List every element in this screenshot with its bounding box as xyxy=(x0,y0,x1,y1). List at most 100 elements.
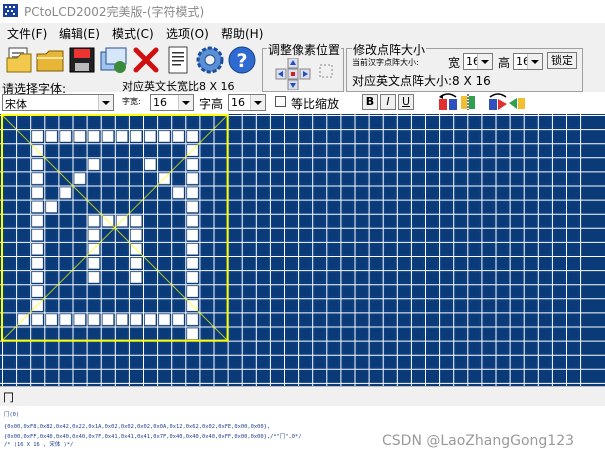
pixel-off[interactable] xyxy=(229,187,241,199)
pixel-on[interactable] xyxy=(144,314,156,326)
pixel-off[interactable] xyxy=(271,130,283,142)
pixel-off[interactable] xyxy=(469,116,481,128)
pixel-off[interactable] xyxy=(356,144,368,156)
pixel-off[interactable] xyxy=(426,229,438,241)
pixel-off[interactable] xyxy=(144,243,156,255)
pixel-off[interactable] xyxy=(215,243,227,255)
pixel-off[interactable] xyxy=(158,187,170,199)
pixel-off[interactable] xyxy=(88,144,100,156)
pixel-off[interactable] xyxy=(356,285,368,297)
pixel-off[interactable] xyxy=(539,229,551,241)
pixel-off[interactable] xyxy=(454,257,466,269)
pixel-off[interactable] xyxy=(384,342,396,354)
pixel-off[interactable] xyxy=(567,201,579,213)
pixel-off[interactable] xyxy=(342,328,354,340)
pixel-off[interactable] xyxy=(201,300,213,312)
menu-help[interactable]: 帮助(H) xyxy=(221,25,263,42)
pixel-off[interactable] xyxy=(426,187,438,199)
pixel-off[interactable] xyxy=(229,243,241,255)
pixel-off[interactable] xyxy=(102,159,114,171)
pixel-off[interactable] xyxy=(285,314,297,326)
pixel-off[interactable] xyxy=(229,300,241,312)
pixel-off[interactable] xyxy=(511,314,523,326)
pixel-off[interactable] xyxy=(553,257,565,269)
pixel-on[interactable] xyxy=(116,314,128,326)
pixel-off[interactable] xyxy=(46,356,58,368)
pixel-off[interactable] xyxy=(299,342,311,354)
pixel-off[interactable] xyxy=(342,356,354,368)
char-width-select[interactable]: 16 xyxy=(150,94,194,111)
pixel-off[interactable] xyxy=(370,130,382,142)
pixel-off[interactable] xyxy=(172,328,184,340)
pixel-off[interactable] xyxy=(46,144,58,156)
underline-button[interactable]: U xyxy=(398,94,414,110)
pixel-off[interactable] xyxy=(454,215,466,227)
pixel-off[interactable] xyxy=(313,243,325,255)
pixel-off[interactable] xyxy=(116,173,128,185)
pixel-off[interactable] xyxy=(130,187,142,199)
pixel-off[interactable] xyxy=(426,173,438,185)
pixel-off[interactable] xyxy=(271,215,283,227)
pixel-off[interactable] xyxy=(172,257,184,269)
pixel-off[interactable] xyxy=(46,271,58,283)
pixel-on[interactable] xyxy=(187,130,199,142)
pixel-off[interactable] xyxy=(257,187,269,199)
pixel-on[interactable] xyxy=(187,173,199,185)
pixel-off[interactable] xyxy=(342,229,354,241)
pixel-off[interactable] xyxy=(426,356,438,368)
pixel-off[interactable] xyxy=(454,271,466,283)
pixel-off[interactable] xyxy=(483,159,495,171)
pixel-off[interactable] xyxy=(356,328,368,340)
move-left-icon[interactable] xyxy=(275,68,287,80)
pixel-off[interactable] xyxy=(384,243,396,255)
pixel-on[interactable] xyxy=(88,130,100,142)
pixel-off[interactable] xyxy=(130,144,142,156)
pixel-off[interactable] xyxy=(539,187,551,199)
pixel-off[interactable] xyxy=(469,187,481,199)
pixel-grid-area[interactable] xyxy=(0,114,605,386)
pixel-on[interactable] xyxy=(187,285,199,297)
pixel-off[interactable] xyxy=(440,342,452,354)
pixel-off[interactable] xyxy=(74,229,86,241)
pixel-off[interactable] xyxy=(215,130,227,142)
pixel-off[interactable] xyxy=(483,201,495,213)
pixel-off[interactable] xyxy=(257,342,269,354)
pixel-off[interactable] xyxy=(31,342,43,354)
pixel-off[interactable] xyxy=(17,285,29,297)
pixel-on[interactable] xyxy=(172,187,184,199)
pixel-off[interactable] xyxy=(130,159,142,171)
bold-button[interactable]: B xyxy=(362,94,378,110)
pixel-on[interactable] xyxy=(74,173,86,185)
pixel-off[interactable] xyxy=(567,271,579,283)
pixel-off[interactable] xyxy=(412,243,424,255)
pixel-off[interactable] xyxy=(285,285,297,297)
pixel-off[interactable] xyxy=(60,229,72,241)
pixel-off[interactable] xyxy=(328,342,340,354)
pixel-off[interactable] xyxy=(426,130,438,142)
pixel-off[interactable] xyxy=(243,356,255,368)
pixel-off[interactable] xyxy=(497,271,509,283)
pixel-off[interactable] xyxy=(313,271,325,283)
pixel-off[interactable] xyxy=(172,271,184,283)
pixel-off[interactable] xyxy=(328,130,340,142)
pixel-off[interactable] xyxy=(215,159,227,171)
pixel-off[interactable] xyxy=(511,116,523,128)
pixel-off[interactable] xyxy=(102,116,114,128)
pixel-off[interactable] xyxy=(553,328,565,340)
pixel-off[interactable] xyxy=(172,229,184,241)
pixel-off[interactable] xyxy=(201,173,213,185)
pixel-off[interactable] xyxy=(130,116,142,128)
pixel-off[interactable] xyxy=(539,159,551,171)
pixel-off[interactable] xyxy=(567,159,579,171)
pixel-off[interactable] xyxy=(483,144,495,156)
pixel-on[interactable] xyxy=(31,187,43,199)
move-down-icon[interactable] xyxy=(287,79,299,90)
pixel-off[interactable] xyxy=(60,257,72,269)
pixel-off[interactable] xyxy=(511,187,523,199)
pixel-off[interactable] xyxy=(172,356,184,368)
pixel-off[interactable] xyxy=(483,300,495,312)
menu-file[interactable]: 文件(F) xyxy=(7,25,47,42)
pixel-off[interactable] xyxy=(483,173,495,185)
pixel-off[interactable] xyxy=(3,356,15,368)
pixel-off[interactable] xyxy=(116,271,128,283)
